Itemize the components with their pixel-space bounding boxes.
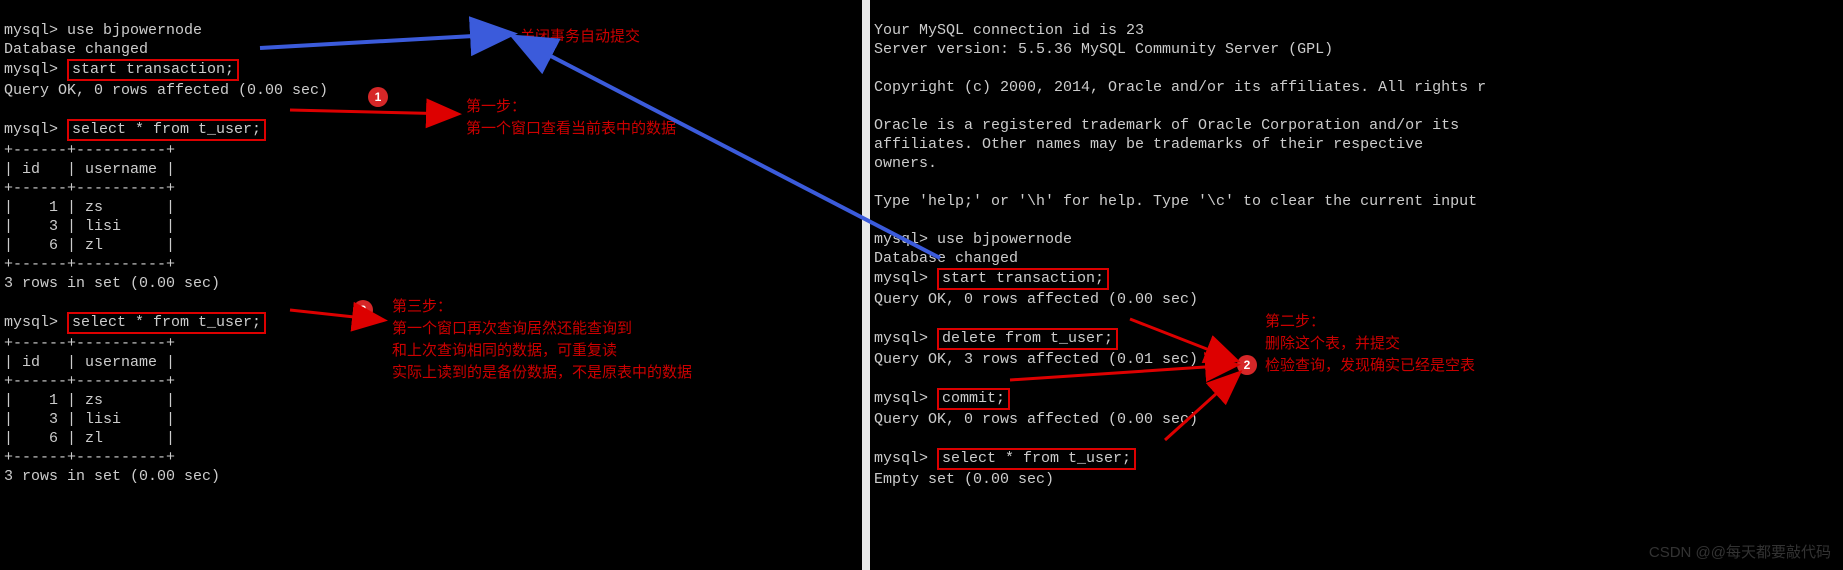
- line: mysql> use bjpowernode: [4, 22, 202, 39]
- annot-step2-l2: 检验查询，发现确实已经是空表: [1265, 355, 1475, 377]
- table-row: | 3 | lisi |: [4, 218, 175, 235]
- line: Oracle is a registered trademark of Orac…: [874, 117, 1459, 134]
- annot-step1-title: 第一步：: [466, 96, 676, 118]
- cmd-select-1: select * from t_user;: [67, 119, 266, 141]
- line: Server version: 5.5.36 MySQL Community S…: [874, 41, 1333, 58]
- table-row: | 1 | zs |: [4, 199, 175, 216]
- terminal-left: mysql> use bjpowernode Database changed …: [0, 0, 862, 570]
- prompt: mysql>: [4, 314, 67, 331]
- table-footer: 3 rows in set (0.00 sec): [4, 468, 220, 485]
- cmd-commit: commit;: [937, 388, 1010, 410]
- prompt: mysql>: [874, 270, 937, 287]
- line: Query OK, 0 rows affected (0.00 sec): [874, 291, 1198, 308]
- table-row: | 6 | zl |: [4, 237, 175, 254]
- annot-step3-l2: 和上次查询相同的数据，可重复读: [392, 340, 692, 362]
- prompt: mysql>: [4, 61, 67, 78]
- cmd-select-r: select * from t_user;: [937, 448, 1136, 470]
- annot-step3: 第三步： 第一个窗口再次查询居然还能查询到 和上次查询相同的数据，可重复读 实际…: [392, 296, 692, 384]
- line: Copyright (c) 2000, 2014, Oracle and/or …: [874, 79, 1486, 96]
- table-row: | 1 | zs |: [4, 392, 175, 409]
- prompt: mysql>: [874, 390, 937, 407]
- table-border: +------+----------+: [4, 449, 175, 466]
- line: Your MySQL connection id is 23: [874, 22, 1144, 39]
- table-header: | id | username |: [4, 354, 175, 371]
- cmd-start-transaction: start transaction;: [67, 59, 239, 81]
- watermark: CSDN @@每天都要敲代码: [1649, 541, 1831, 562]
- cmd-select-2: select * from t_user;: [67, 312, 266, 334]
- annot-step2-title: 第二步：: [1265, 311, 1475, 333]
- line: mysql> use bjpowernode: [874, 231, 1072, 248]
- line: Empty set (0.00 sec): [874, 471, 1054, 488]
- table-row: | 3 | lisi |: [4, 411, 175, 428]
- line: owners.: [874, 155, 937, 172]
- prompt: mysql>: [874, 330, 937, 347]
- table-row: | 6 | zl |: [4, 430, 175, 447]
- table-border: +------+----------+: [4, 180, 175, 197]
- annot-step3-l1: 第一个窗口再次查询居然还能查询到: [392, 318, 692, 340]
- prompt: mysql>: [874, 450, 937, 467]
- cmd-start-transaction-r: start transaction;: [937, 268, 1109, 290]
- annot-step2: 第二步： 删除这个表，并提交 检验查询，发现确实已经是空表: [1265, 311, 1475, 377]
- table-header: | id | username |: [4, 161, 175, 178]
- annot-step1-body: 第一个窗口查看当前表中的数据: [466, 118, 676, 140]
- badge-1: 1: [368, 87, 388, 107]
- annot-step1: 第一步： 第一个窗口查看当前表中的数据: [466, 96, 676, 140]
- annot-step2-l1: 删除这个表，并提交: [1265, 333, 1475, 355]
- table-border: +------+----------+: [4, 335, 175, 352]
- line: Query OK, 0 rows affected (0.00 sec): [874, 411, 1198, 428]
- badge-2: 2: [1237, 355, 1257, 375]
- table-footer: 3 rows in set (0.00 sec): [4, 275, 220, 292]
- line: Type 'help;' or '\h' for help. Type '\c'…: [874, 193, 1486, 210]
- terminal-right: Your MySQL connection id is 23 Server ve…: [870, 0, 1843, 570]
- table-border: +------+----------+: [4, 256, 175, 273]
- table-border: +------+----------+: [4, 373, 175, 390]
- prompt: mysql>: [4, 121, 67, 138]
- line: Database changed: [4, 41, 148, 58]
- annot-close-auto: 关闭事务自动提交: [520, 26, 640, 48]
- line: affiliates. Other names may be trademark…: [874, 136, 1423, 153]
- cmd-delete: delete from t_user;: [937, 328, 1118, 350]
- line: Query OK, 0 rows affected (0.00 sec): [4, 82, 328, 99]
- pane-divider: [862, 0, 870, 570]
- annot-step3-title: 第三步：: [392, 296, 692, 318]
- annot-step3-l3: 实际上读到的是备份数据，不是原表中的数据: [392, 362, 692, 384]
- line: Query OK, 3 rows affected (0.01 sec): [874, 351, 1198, 368]
- line: Database changed: [874, 250, 1018, 267]
- badge-3: 3: [353, 300, 373, 320]
- table-border: +------+----------+: [4, 142, 175, 159]
